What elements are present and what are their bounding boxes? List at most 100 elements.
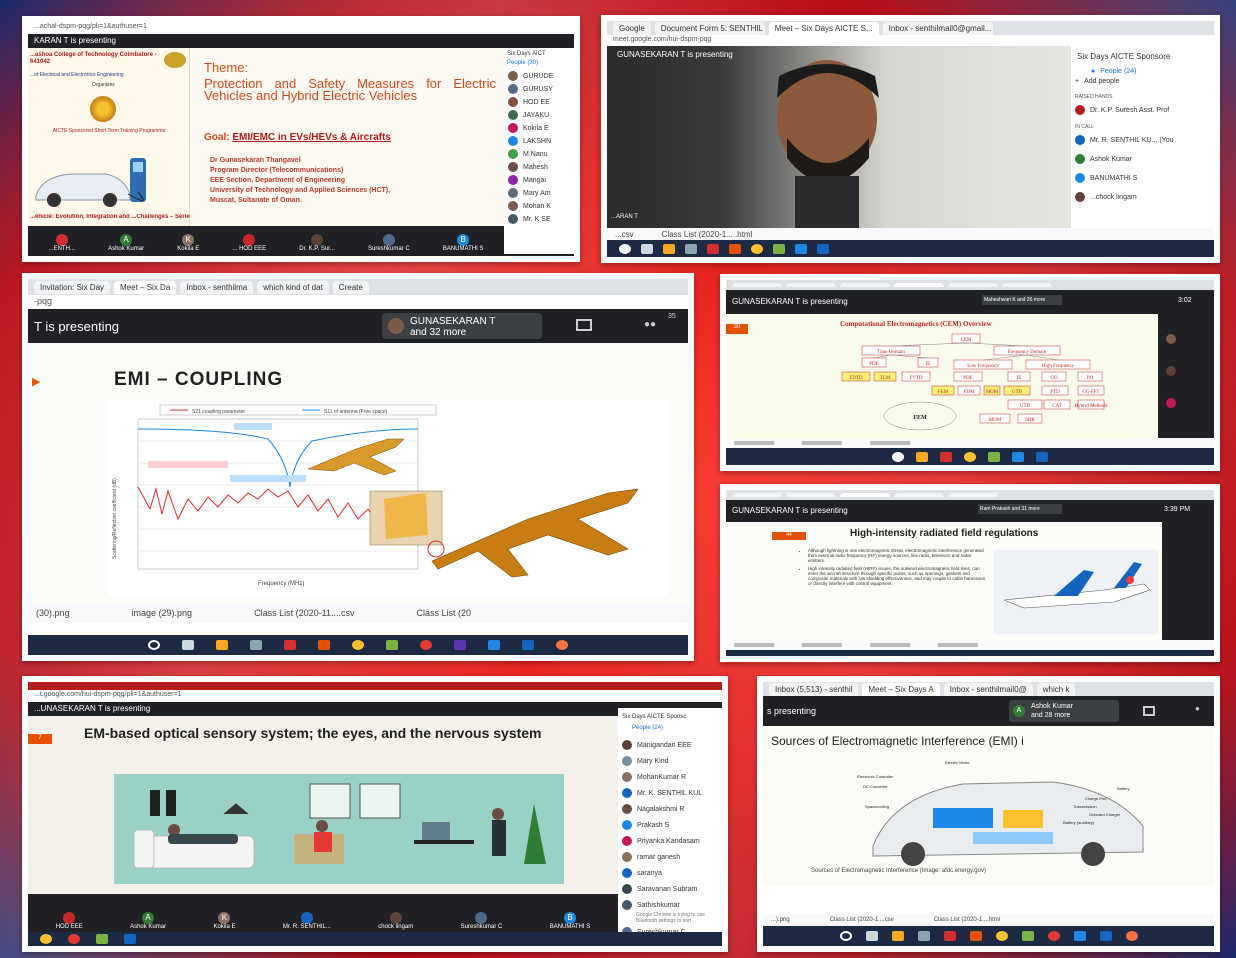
store-icon[interactable] <box>685 243 697 254</box>
mail-icon[interactable] <box>488 640 500 650</box>
folder-icon[interactable] <box>891 931 904 941</box>
word-icon[interactable] <box>522 640 534 650</box>
chrome-icon[interactable] <box>1047 931 1060 941</box>
browser-tab[interactable]: Inbox (5,513) - senthil <box>769 682 859 696</box>
store-icon[interactable] <box>250 640 262 650</box>
folder-icon[interactable] <box>216 640 228 650</box>
chrome-icon[interactable] <box>420 640 432 650</box>
chrome-icon[interactable] <box>352 640 364 650</box>
download-item[interactable]: image (29).png <box>132 608 193 618</box>
download-item[interactable] <box>734 643 774 647</box>
task-view-icon[interactable] <box>182 640 194 650</box>
participant-tile[interactable]: Mr. R. SENTHIL... <box>283 912 331 930</box>
pdf-icon[interactable] <box>940 451 952 462</box>
participant-tile[interactable]: Sureshkumar C <box>368 234 410 252</box>
download-item[interactable]: Class List (2020-1....html <box>934 917 1000 923</box>
browser-tab[interactable] <box>840 493 890 497</box>
browser-tab[interactable]: Invitation: Six Day <box>34 280 111 294</box>
download-item[interactable]: ...csv <box>615 230 634 239</box>
browser-tab[interactable]: Meet – Six Days A <box>862 682 940 696</box>
chrome-icon[interactable] <box>751 243 763 254</box>
download-item[interactable] <box>870 643 910 647</box>
browser-tab[interactable]: which k <box>1036 682 1076 696</box>
cortana-icon[interactable] <box>148 640 160 650</box>
download-item[interactable]: Class List (2020-11....csv <box>254 608 354 618</box>
presenter-chip[interactable]: GUNASEKARAN T and 32 more <box>382 313 542 339</box>
mail-icon[interactable] <box>1012 451 1024 462</box>
browser-tab[interactable]: Inbox - senthilmail0@gmail... <box>882 21 993 35</box>
chrome-icon[interactable] <box>40 934 52 944</box>
presenter-chip[interactable]: Maheshwari K and 26 more <box>982 295 1062 305</box>
address-bar[interactable]: ...t.google.com/hui-dspm-pqg/pli=1&authu… <box>28 690 722 702</box>
add-people-button[interactable]: + Add people <box>1075 78 1210 85</box>
chrome-icon[interactable] <box>68 934 80 944</box>
app-icon[interactable] <box>988 451 1000 462</box>
browser-tab[interactable] <box>894 493 944 497</box>
word-icon[interactable] <box>1099 931 1112 941</box>
app-icon[interactable] <box>318 640 330 650</box>
folder-icon[interactable] <box>916 451 928 462</box>
layout-icon[interactable] <box>576 319 592 331</box>
browser-tab[interactable] <box>948 493 998 497</box>
participant-tile[interactable]: B BANUMATHI S <box>550 912 590 930</box>
pdf-icon[interactable] <box>943 931 956 941</box>
browser-tab[interactable]: Inbox - senthilmail0@ <box>943 682 1033 696</box>
app-icon[interactable] <box>773 243 785 254</box>
browser-tab[interactable] <box>732 283 782 287</box>
word-icon[interactable] <box>1036 451 1048 462</box>
browser-tab[interactable] <box>786 493 836 497</box>
app-icon[interactable] <box>729 243 741 254</box>
download-item[interactable] <box>802 441 842 445</box>
participant-tile[interactable]: A Ashok Kumar <box>130 912 166 930</box>
presenter-chip[interactable]: A Ashok Kumar and 28 more <box>1009 700 1119 722</box>
participant-tile[interactable]: A Ashok Kumar <box>108 234 144 252</box>
browser-tab[interactable]: which kind of dat <box>257 280 329 294</box>
mail-icon[interactable] <box>795 243 807 254</box>
people-tab[interactable]: People (24) <box>618 723 722 737</box>
download-item[interactable]: Class List (2020-1... .html <box>662 230 753 239</box>
browser-tab[interactable]: Create <box>332 280 369 294</box>
browser-tab[interactable]: Meet – Six Da <box>114 280 177 294</box>
app-icon[interactable] <box>969 931 982 941</box>
people-icon[interactable]: ● <box>1195 704 1200 713</box>
task-view-icon[interactable] <box>641 243 653 254</box>
app-icon[interactable] <box>454 640 466 650</box>
layout-icon[interactable] <box>1143 706 1155 716</box>
download-item[interactable] <box>870 441 910 445</box>
participant-tile[interactable]: K Kokila E <box>177 234 199 252</box>
presenter-chip[interactable]: Ram Prakash and 31 more <box>978 504 1062 514</box>
windows-start-icon[interactable] <box>619 243 631 254</box>
participant-tile[interactable]: ... HOD EEE <box>232 234 266 252</box>
participant-tile[interactable]: Sureshkumar C <box>461 912 502 930</box>
browser-tab[interactable] <box>840 283 890 287</box>
download-item[interactable] <box>802 643 842 647</box>
folder-icon[interactable] <box>663 243 675 254</box>
browser-tab[interactable]: Google <box>613 21 651 35</box>
mail-icon[interactable] <box>1073 931 1086 941</box>
download-item[interactable]: Class List (20 <box>416 608 471 618</box>
browser-tab[interactable]: Meet – Six Days AICTE S... <box>768 21 879 35</box>
task-view-icon[interactable] <box>865 931 878 941</box>
address-bar[interactable]: -pqg <box>28 295 688 309</box>
chrome-icon[interactable] <box>995 931 1008 941</box>
browser-tab[interactable] <box>948 283 998 287</box>
address-bar[interactable]: ...achal-dspm-pqg/pli=1&authuser=1 <box>28 22 574 34</box>
cortana-icon[interactable] <box>839 931 852 941</box>
address-bar[interactable]: meet.google.com/hui-dspm-pqg <box>607 35 1214 46</box>
participant-tile[interactable]: B BANUMATHI S <box>443 234 483 252</box>
participant-tile[interactable]: K Kokila E <box>213 912 235 930</box>
store-icon[interactable] <box>917 931 930 941</box>
media-icon[interactable] <box>386 640 398 650</box>
participant-tile[interactable]: ...ENTH... <box>49 234 75 252</box>
pdf-icon[interactable] <box>707 243 719 254</box>
word-icon[interactable] <box>124 934 136 944</box>
firefox-icon[interactable] <box>556 640 568 650</box>
browser-tab[interactable]: Inbox - senthilma <box>180 280 254 294</box>
download-item[interactable] <box>938 643 978 647</box>
people-icon[interactable]: ●● <box>644 319 656 330</box>
download-item[interactable]: ...).png <box>771 917 790 923</box>
app-icon[interactable] <box>96 934 108 944</box>
media-icon[interactable] <box>1021 931 1034 941</box>
download-item[interactable]: Class List (2020-1....csv <box>830 917 894 923</box>
word-icon[interactable] <box>817 243 829 254</box>
